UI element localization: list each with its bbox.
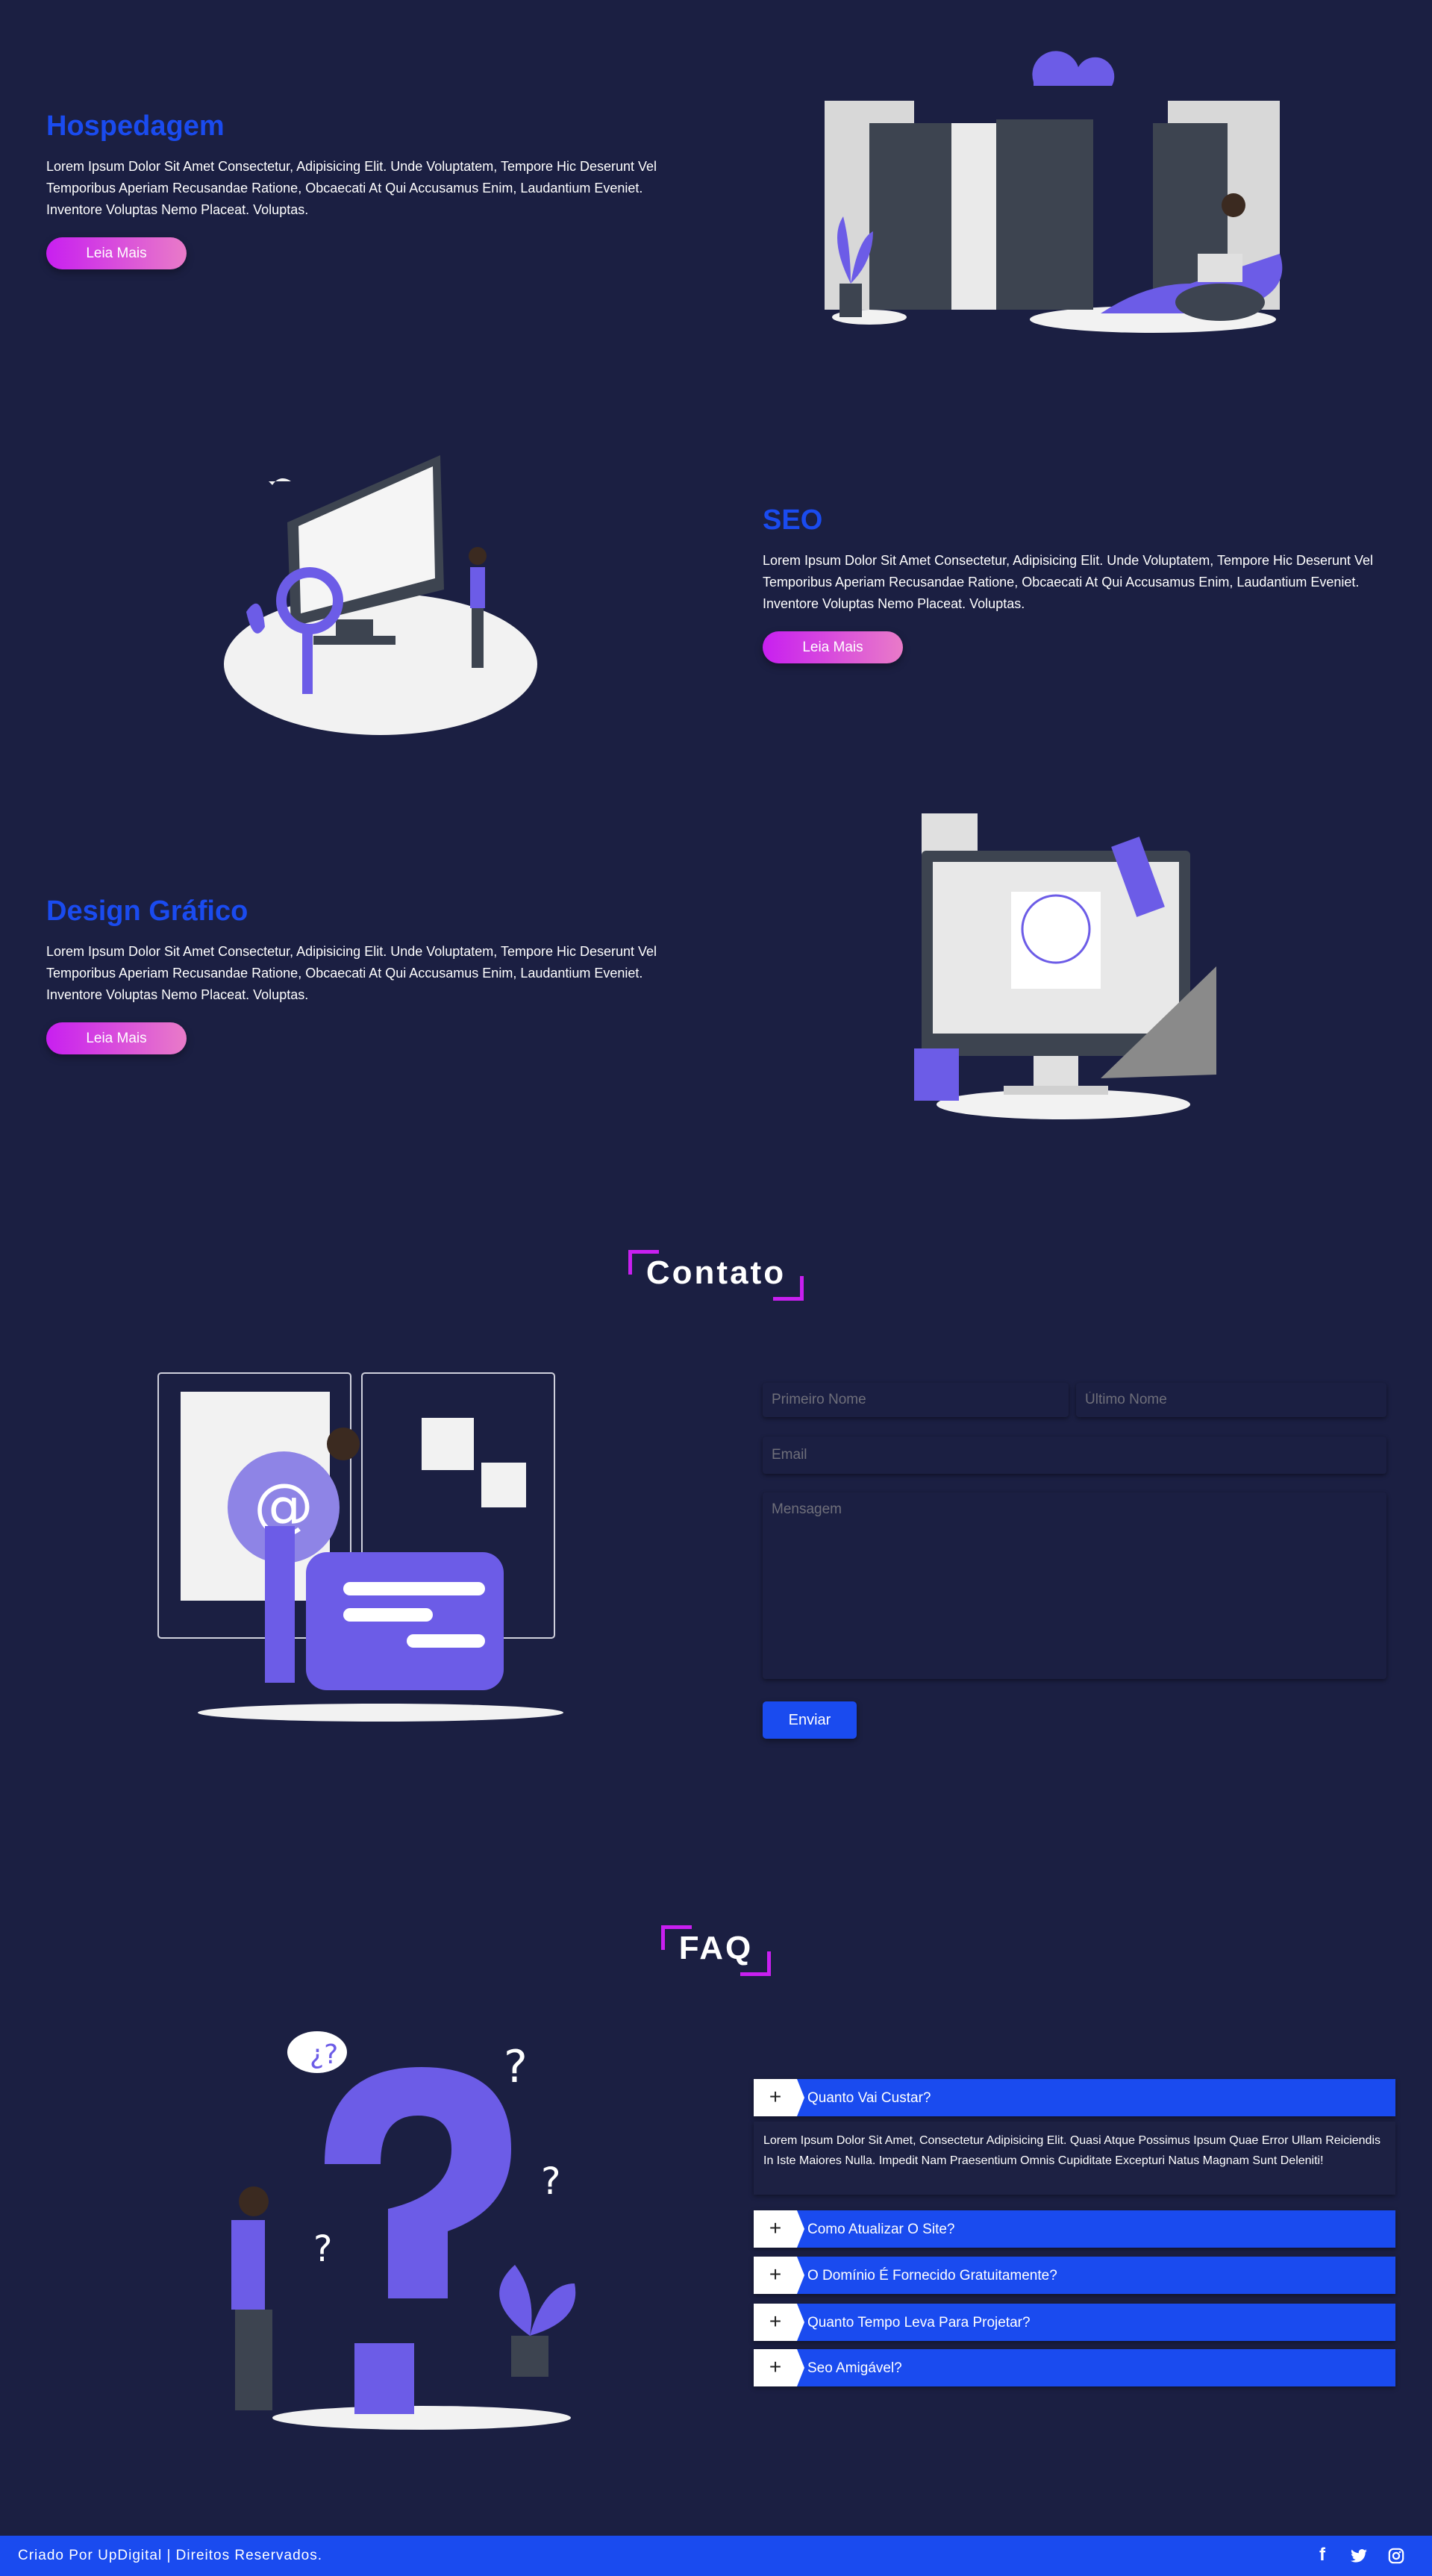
service-seo: SEO Lorem Ipsum Dolor Sit Amet Consectet… (763, 504, 1382, 663)
facebook-icon[interactable]: f (1319, 2545, 1325, 2566)
plus-icon[interactable]: + (754, 2349, 804, 2386)
read-more-button[interactable]: Leia Mais (46, 1022, 187, 1054)
instagram-icon[interactable] (1388, 2548, 1404, 2564)
service-title: Design Gráfico (46, 895, 248, 927)
faq-title: FAQ (660, 1925, 772, 1976)
plus-icon[interactable]: + (754, 2304, 804, 2341)
plus-icon[interactable]: + (754, 2257, 804, 2294)
section-heading-faq: FAQ (0, 1925, 1432, 1976)
svg-text:?: ? (541, 2160, 561, 2203)
faq-question[interactable]: Como Atualizar O Site? (807, 2210, 954, 2249)
faq-question[interactable]: O Domínio É Fornecido Gratuitamente? (807, 2257, 1057, 2295)
seo-illustration (224, 455, 537, 735)
read-more-button[interactable]: Leia Mais (46, 237, 187, 269)
plus-icon[interactable]: + (754, 2079, 804, 2116)
plus-icon[interactable]: + (754, 2210, 804, 2248)
design-illustration (914, 813, 1216, 1119)
contato-title: Contato (628, 1250, 804, 1301)
faq-item[interactable]: + Como Atualizar O Site? (754, 2210, 1395, 2248)
twitter-icon[interactable] (1351, 2548, 1367, 2563)
message-textarea[interactable] (763, 1492, 1386, 1679)
service-title: Hospedagem (46, 110, 225, 142)
svg-text:¿?: ¿? (310, 2039, 338, 2070)
faq-question[interactable]: Seo Amigável? (807, 2349, 902, 2388)
hosting-illustration (825, 51, 1283, 333)
submit-button[interactable]: Enviar (763, 1701, 857, 1739)
last-name-input[interactable] (1076, 1383, 1386, 1417)
contact-illustration: @ (157, 1372, 563, 1722)
service-text: Lorem Ipsum Dolor Sit Amet Consectetur, … (46, 944, 657, 1002)
faq-item[interactable]: + Seo Amigável? (754, 2349, 1395, 2386)
faq-item[interactable]: + Quanto Vai Custar? (754, 2079, 1395, 2116)
email-input[interactable] (763, 1437, 1386, 1474)
faq-illustration: ¿? ? ? ? (231, 2031, 576, 2430)
service-hospedagem: Hospedagem Lorem Ipsum Dolor Sit Amet Co… (46, 110, 666, 269)
service-text: Lorem Ipsum Dolor Sit Amet Consectetur, … (763, 553, 1374, 611)
service-design: Design Gráfico Lorem Ipsum Dolor Sit Ame… (46, 895, 666, 1054)
service-text: Lorem Ipsum Dolor Sit Amet Consectetur, … (46, 159, 657, 217)
faq-answer: Lorem Ipsum Dolor Sit Amet, Consectetur … (754, 2122, 1395, 2195)
footer: Criado Por UpDigital | Direitos Reservad… (0, 2536, 1432, 2576)
svg-text:?: ? (313, 2228, 332, 2270)
read-more-button[interactable]: Leia Mais (763, 631, 903, 663)
svg-text:?: ? (504, 2041, 528, 2093)
service-title: SEO (763, 504, 823, 536)
faq-question[interactable]: Quanto Tempo Leva Para Projetar? (807, 2304, 1031, 2342)
footer-credits: Criado Por UpDigital | Direitos Reservad… (18, 2548, 323, 2563)
faq-item[interactable]: + O Domínio É Fornecido Gratuitamente? (754, 2257, 1395, 2294)
faq-item[interactable]: + Quanto Tempo Leva Para Projetar? (754, 2304, 1395, 2341)
first-name-input[interactable] (763, 1383, 1069, 1417)
section-heading-contato: Contato (0, 1250, 1432, 1301)
faq-question[interactable]: Quanto Vai Custar? (807, 2079, 931, 2118)
